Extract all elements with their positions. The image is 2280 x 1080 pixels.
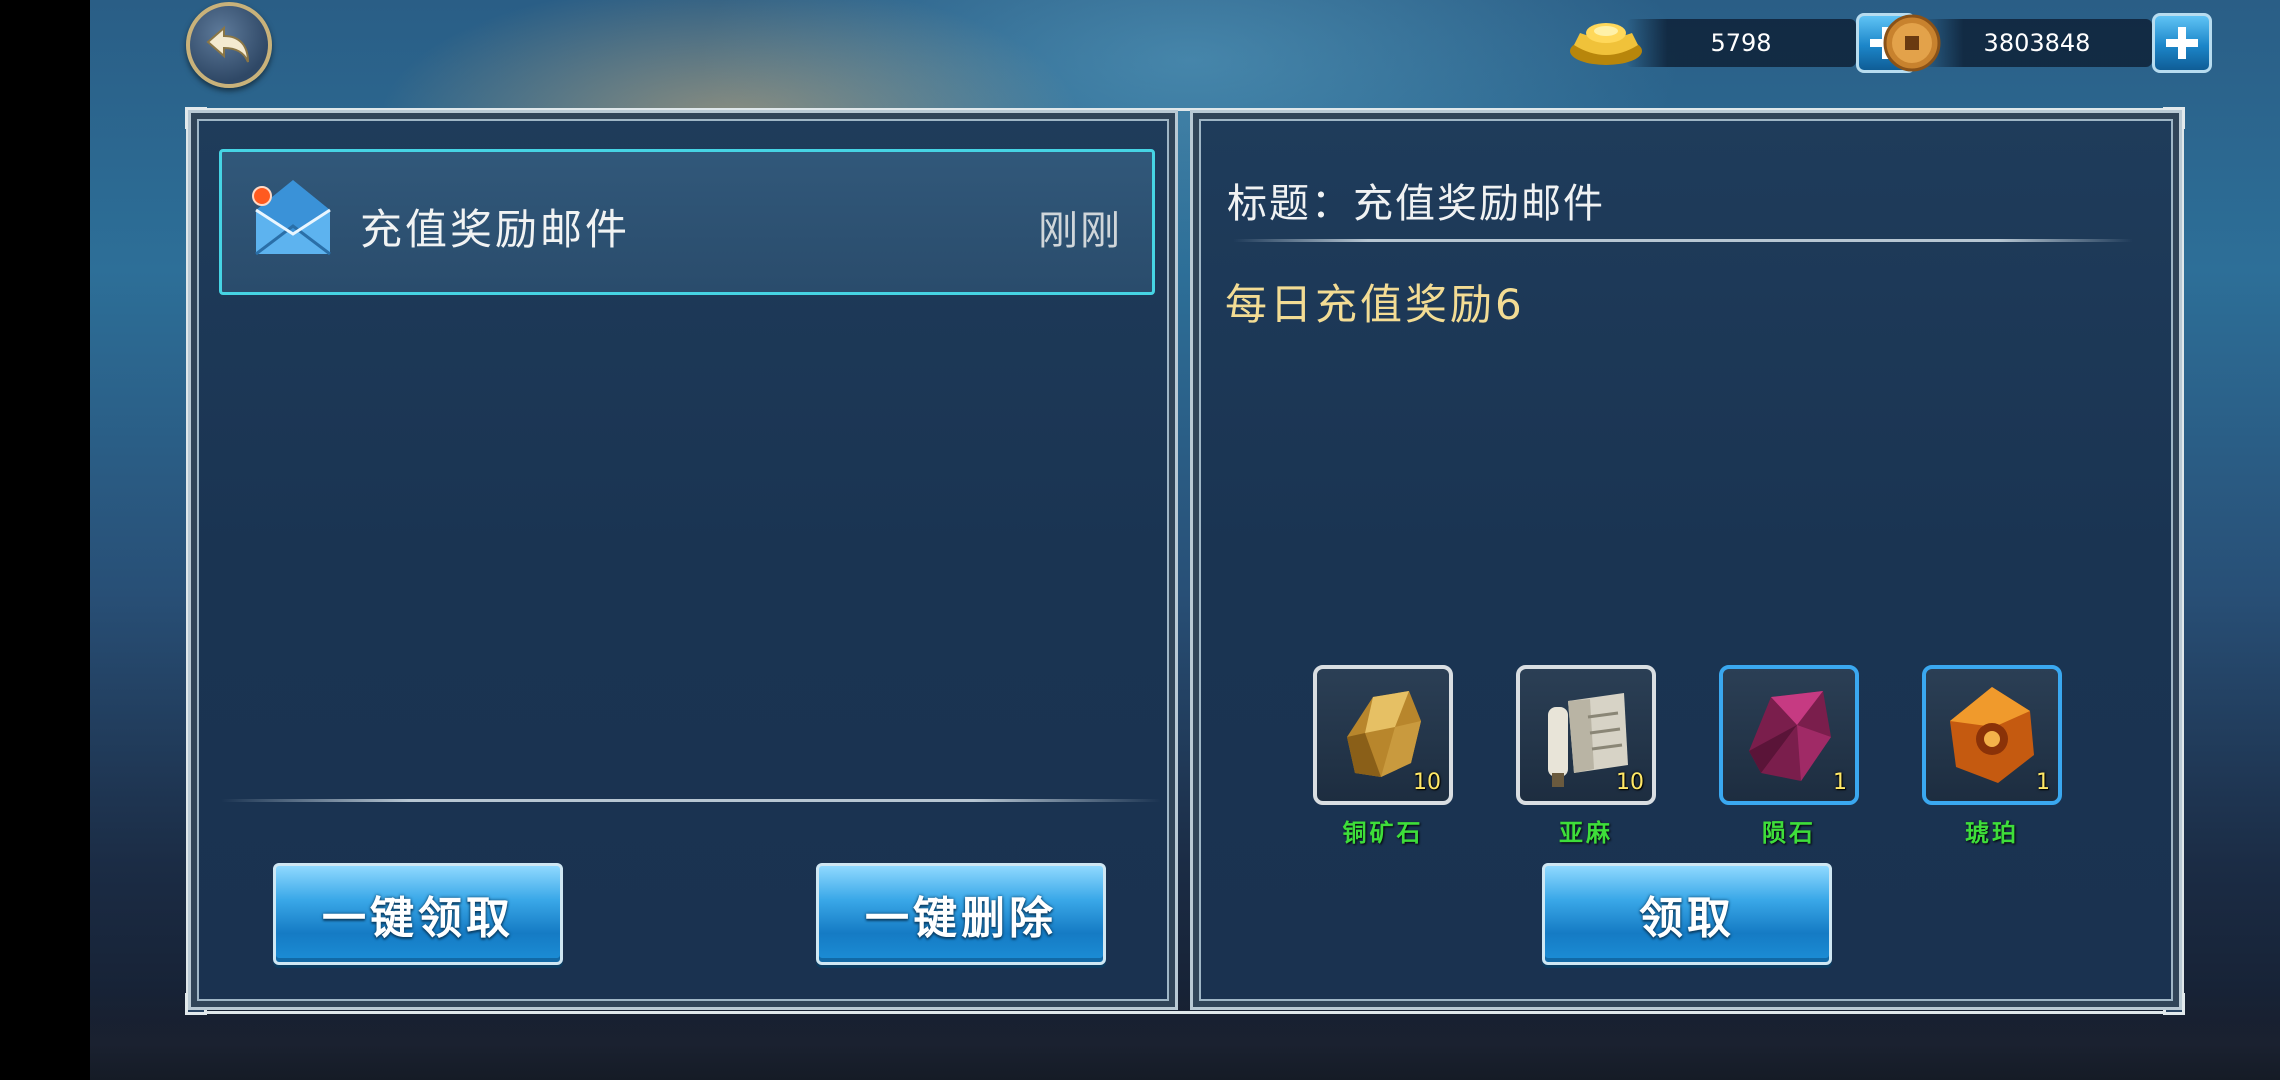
reward-name: 铜矿石 [1342,819,1424,847]
delete-all-button[interactable]: 一键删除 [816,863,1106,965]
reward-slot[interactable]: 10 [1313,665,1453,805]
reward-slot[interactable]: 1 [1719,665,1859,805]
gold-ingot-icon [1570,23,1642,65]
reward-quantity: 10 [1413,770,1441,795]
reward-name: 陨石 [1762,819,1816,847]
reward-name: 琥珀 [1965,819,2019,847]
reward-quantity: 1 [1833,770,1847,795]
coin-amount: 3803848 [1922,19,2152,67]
mail-detail-panel: 标题：充值奖励邮件 每日充值奖励6 10 铜矿石 10 亚麻 1 陨石 1 琥珀… [1190,110,2182,1010]
detail-divider [1233,239,2133,242]
list-divider [221,799,1161,802]
unread-dot [252,186,272,206]
reward-quantity: 10 [1616,770,1644,795]
plus-icon [2166,27,2198,59]
claim-button[interactable]: 领取 [1542,863,1832,965]
mail-list-panel: 充值奖励邮件 刚刚 一键领取 一键删除 [188,110,1178,1010]
mail-item-title: 充值奖励邮件 [360,205,631,254]
add-coin-button[interactable] [2152,13,2212,73]
reward-name: 亚麻 [1559,819,1613,847]
mail-detail-title: 标题：充值奖励邮件 [1227,181,1605,227]
amber-icon [1950,687,2034,783]
back-button[interactable] [186,2,272,88]
coin-currency: 3803848 [1882,13,2212,73]
gold-amount: 5798 [1626,19,1856,67]
back-arrow-icon [206,25,249,63]
copper-coin-icon [1883,14,1941,72]
mail-detail-body: 每日充值奖励6 [1225,280,1525,329]
meteorite-icon [1749,691,1831,781]
reward-slot[interactable]: 10 [1516,665,1656,805]
mail-item-time: 刚刚 [1038,208,1122,254]
reward-slot[interactable]: 1 [1922,665,2062,805]
claim-all-button[interactable]: 一键领取 [273,863,563,965]
gold-currency: 5798 [1566,13,1916,73]
reward-quantity: 1 [2036,770,2050,795]
mail-list-item[interactable]: 充值奖励邮件 刚刚 [219,149,1155,295]
